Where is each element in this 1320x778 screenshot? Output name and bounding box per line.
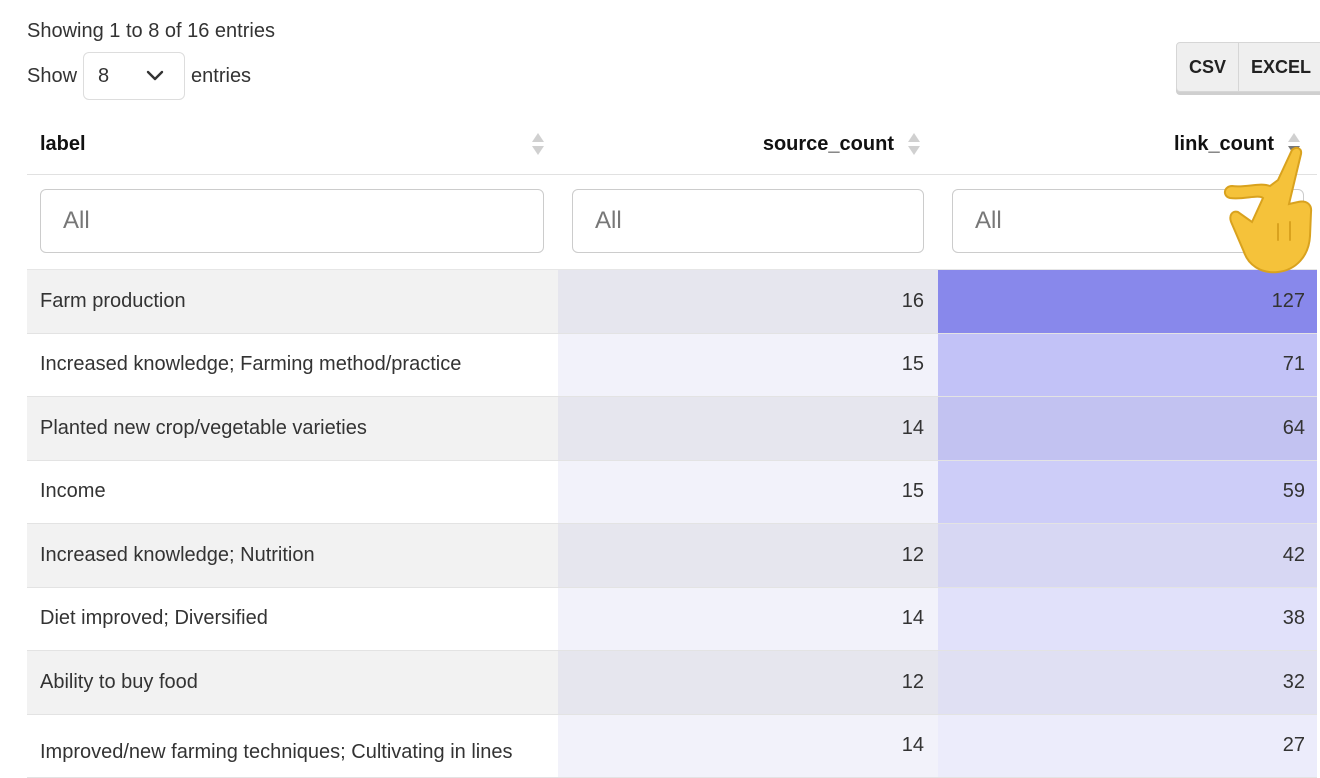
csv-button[interactable]: CSV: [1177, 43, 1238, 91]
excel-button[interactable]: EXCEL: [1238, 43, 1320, 91]
export-buttons: CSV EXCEL: [1176, 42, 1320, 92]
length-suffix: entries: [191, 65, 251, 88]
cell-source-count: 12: [558, 651, 938, 714]
cell-label: Income: [27, 461, 558, 524]
page-length-select[interactable]: 8: [83, 52, 185, 100]
cell-label: Farm production: [27, 270, 558, 333]
table-row[interactable]: Planted new crop/vegetable varieties1464: [27, 397, 1317, 461]
cell-link-count: 32: [938, 651, 1317, 714]
table-row[interactable]: Increased knowledge; Farming method/prac…: [27, 334, 1317, 398]
table-row[interactable]: Ability to buy food1232: [27, 651, 1317, 715]
cell-source-count: 15: [558, 334, 938, 397]
cell-label: Ability to buy food: [27, 651, 558, 714]
cell-label: Increased knowledge; Nutrition: [27, 524, 558, 587]
cell-label: Diet improved; Diversified: [27, 588, 558, 651]
page-length-control: Show 8 entries: [27, 52, 251, 100]
cell-link-count: 38: [938, 588, 1317, 651]
cell-link-count: 71: [938, 334, 1317, 397]
filter-source-count-input[interactable]: [572, 189, 924, 253]
sort-arrows-icon: [532, 132, 544, 156]
column-header-source-count-text: source_count: [763, 133, 894, 156]
table-row[interactable]: Improved/new farming techniques; Cultiva…: [27, 715, 1317, 778]
column-header-label[interactable]: label: [40, 114, 544, 174]
cell-label: Increased knowledge; Farming method/prac…: [27, 334, 558, 397]
cell-source-count: 16: [558, 270, 938, 333]
data-table: label source_count link_count Farm produ…: [27, 114, 1317, 778]
table-header: label source_count link_count: [27, 114, 1317, 175]
cell-link-count: 64: [938, 397, 1317, 460]
table-row[interactable]: Increased knowledge; Nutrition1242: [27, 524, 1317, 588]
cell-source-count: 14: [558, 588, 938, 651]
cell-source-count: 14: [558, 397, 938, 460]
column-header-source-count[interactable]: source_count: [558, 114, 920, 174]
table-row[interactable]: Income1559: [27, 461, 1317, 525]
filter-label-input[interactable]: [40, 189, 544, 253]
page-length-value: 8: [98, 65, 109, 88]
cell-source-count: 15: [558, 461, 938, 524]
chevron-down-icon: [146, 70, 164, 82]
pointing-hand-icon: [1218, 140, 1318, 280]
table-info: Showing 1 to 8 of 16 entries: [27, 20, 275, 43]
cell-link-count: 59: [938, 461, 1317, 524]
cell-label: Planted new crop/vegetable varieties: [27, 397, 558, 460]
cell-link-count: 42: [938, 524, 1317, 587]
table-row[interactable]: Farm production16127: [27, 270, 1317, 334]
sort-arrows-icon: [908, 132, 920, 156]
table-row[interactable]: Diet improved; Diversified1438: [27, 588, 1317, 652]
length-prefix: Show: [27, 65, 77, 88]
column-filters: [27, 175, 1317, 270]
table-body: Farm production16127Increased knowledge;…: [27, 270, 1317, 778]
cell-source-count: 12: [558, 524, 938, 587]
column-header-label-text: label: [40, 133, 86, 156]
